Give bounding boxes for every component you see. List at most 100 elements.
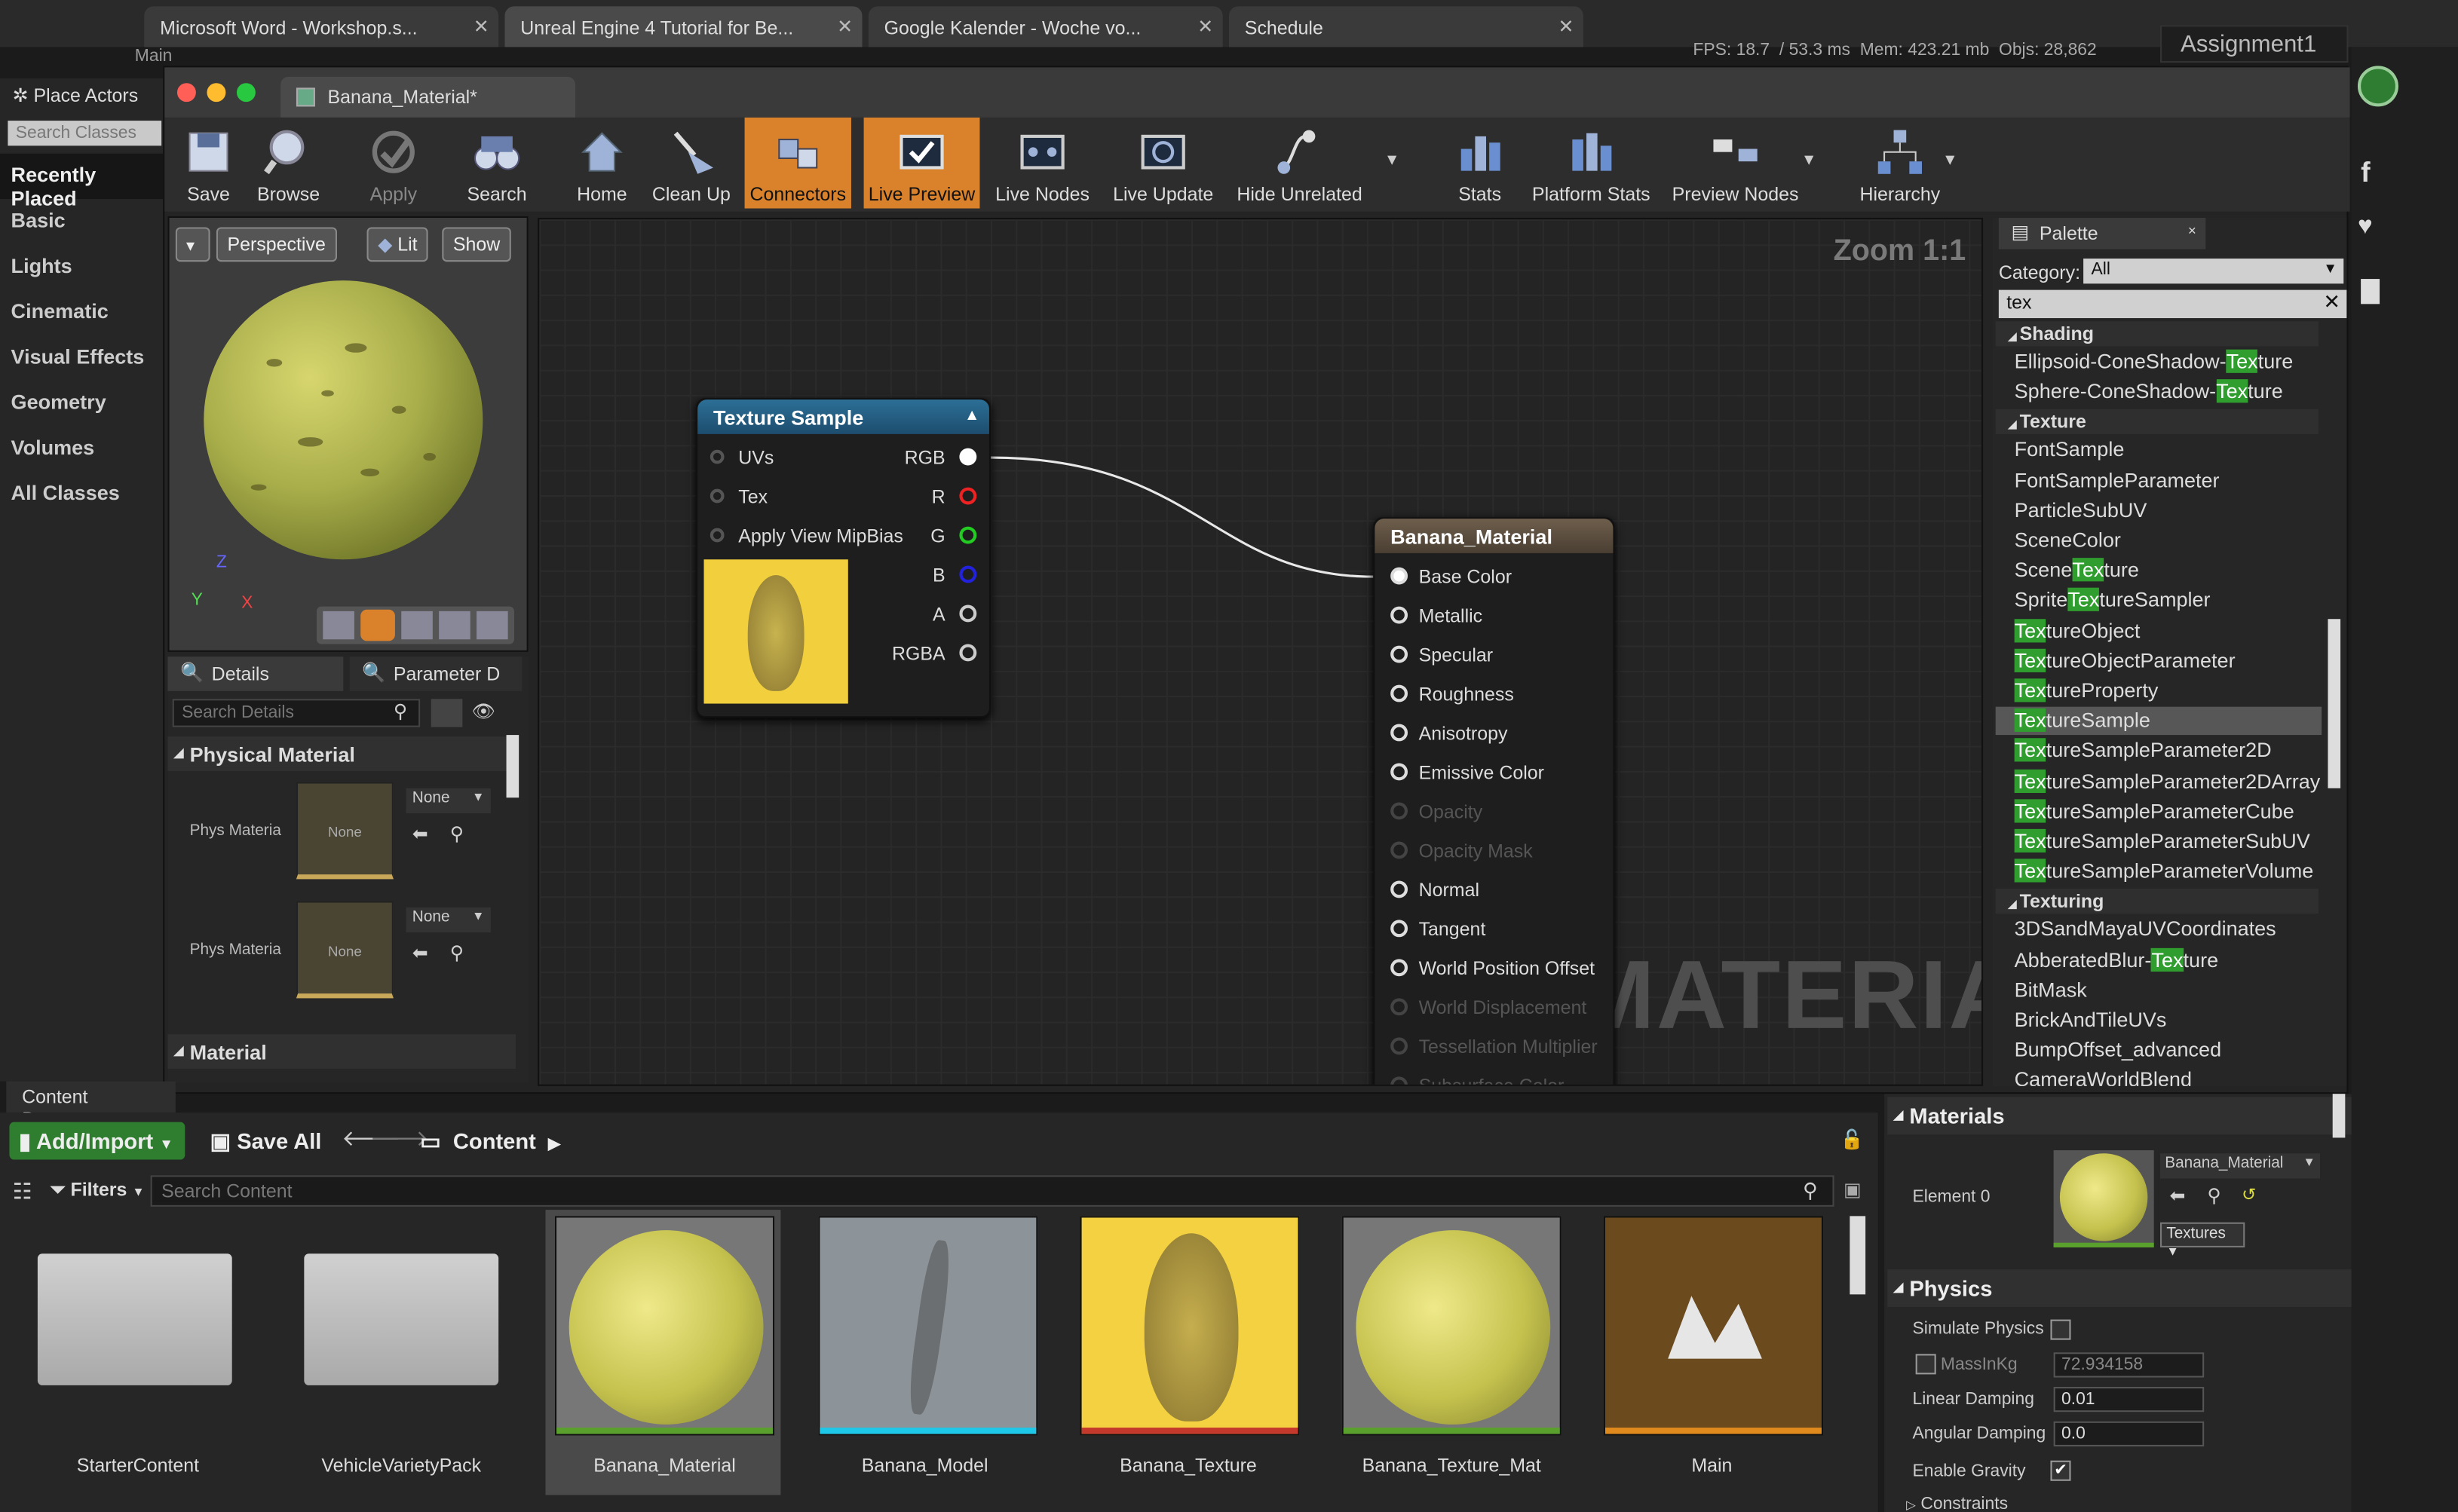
browse-icon[interactable]: ⚲ <box>450 823 464 845</box>
close-icon[interactable]: ✕ <box>1558 16 1574 38</box>
palette-item[interactable]: TextureProperty <box>2014 678 2158 702</box>
search-details-input[interactable]: Search Details <box>172 699 421 727</box>
browser-tab[interactable]: Unreal Engine 4 Tutorial for Be... ✕ <box>504 6 863 47</box>
editor-tab[interactable]: Banana_Material* <box>280 76 576 118</box>
search-button[interactable]: Search <box>456 118 538 209</box>
phys-material-thumbnail[interactable]: None <box>296 782 394 880</box>
a-pin[interactable] <box>959 604 977 623</box>
hierarchy-button[interactable]: Hierarchy <box>1855 118 1946 209</box>
material-input-pin[interactable] <box>1390 606 1408 624</box>
clean-up-button[interactable]: Clean Up <box>648 118 735 209</box>
reset-icon[interactable]: ↺ <box>2242 1185 2256 1205</box>
filters-button[interactable]: ⏷ Filters ▼ <box>51 1178 145 1201</box>
category-dropdown[interactable]: All ▼ <box>2083 259 2344 284</box>
material-input-pin[interactable] <box>1390 1037 1408 1055</box>
section-physical-material[interactable]: ◢ Physical Material <box>167 736 516 771</box>
category-volumes[interactable]: Volumes <box>0 427 163 472</box>
save-button[interactable]: Save <box>174 118 243 209</box>
linear-damping-field[interactable]: 0.01 <box>2053 1387 2205 1413</box>
material-input-pin[interactable] <box>1390 920 1408 938</box>
folder-thumbnail-starter-content[interactable] <box>37 1253 232 1385</box>
texture-sample-node[interactable]: Texture Sample ▲ UVs Tex Apply View MipBi… <box>696 398 991 718</box>
scrollbar[interactable] <box>2332 1094 2346 1138</box>
simulate-physics-checkbox[interactable] <box>2050 1319 2071 1340</box>
browse-icon[interactable]: ⚲ <box>450 942 464 964</box>
constraints-label[interactable]: ▷ Constraints <box>1906 1495 2008 1512</box>
bookmark-icon[interactable] <box>2361 279 2380 305</box>
save-search-icon[interactable]: ▣ <box>1844 1178 1862 1200</box>
textures-dropdown[interactable]: Textures ▼ <box>2159 1222 2245 1259</box>
palette-item[interactable]: SceneTexture <box>2015 558 2139 582</box>
section-material[interactable]: ◢ Material <box>167 1034 516 1069</box>
browser-tab[interactable]: Google Kalender - Woche vo... ✕ <box>868 6 1223 47</box>
material-input-pin[interactable] <box>1390 1076 1408 1085</box>
palette-category[interactable]: ◢ Texture <box>1995 409 2319 435</box>
use-selected-icon[interactable]: ⬅ <box>2169 1185 2185 1207</box>
palette-item[interactable]: TextureObjectParameter <box>2014 648 2236 672</box>
b-pin[interactable] <box>959 565 977 583</box>
twitter-icon[interactable]: ♥ <box>2358 213 2373 241</box>
category-lights[interactable]: Lights <box>0 244 163 289</box>
palette-item[interactable]: TextureSampleParameter2DArray <box>2014 768 2320 793</box>
live-preview-button[interactable]: Live Preview <box>863 117 980 209</box>
use-selected-icon[interactable]: ⬅ <box>412 823 428 845</box>
eye-icon[interactable]: 👁 <box>472 700 496 722</box>
rgb-pin[interactable] <box>959 448 977 466</box>
preview-viewport[interactable]: ▼ Perspective ◆ Lit Show Z Y X <box>167 216 529 652</box>
scrollbar[interactable] <box>506 735 519 798</box>
material-graph[interactable]: Zoom 1:1 MATERIAL Texture Sample▲ UVs Te… <box>538 217 1984 1086</box>
preview-nodes-button[interactable]: Preview Nodes <box>1669 118 1801 209</box>
palette-item[interactable]: TextureSample <box>1995 707 2322 736</box>
phys-material-dropdown[interactable]: None ▼ <box>406 907 491 933</box>
asset-thumbnail-banana-model[interactable] <box>818 1216 1038 1436</box>
connectors-button[interactable]: Connectors <box>744 117 851 209</box>
palette-item[interactable]: TextureSampleParameterCube <box>2014 798 2294 823</box>
perspective-button[interactable]: Perspective <box>216 227 337 262</box>
chevron-down-icon[interactable]: ▼ <box>1942 152 1958 170</box>
palette-item[interactable]: 3DSandMayaUVCoordinates <box>2015 917 2276 941</box>
maximize-window-button[interactable] <box>236 83 256 103</box>
enable-gravity-checkbox[interactable]: ✔ <box>2050 1460 2071 1481</box>
palette-item[interactable]: TextureSampleParameter2D <box>2014 739 2272 763</box>
close-icon[interactable]: ✕ <box>474 16 489 38</box>
palette-category[interactable]: ◢ Texturing <box>1995 889 2319 914</box>
tab-parameter-defaults[interactable]: 🔍 Parameter D <box>349 657 523 691</box>
hide-unrelated-button[interactable]: Hide Unrelated <box>1234 118 1365 209</box>
tab-content-browser[interactable]: Content Browser <box>6 1081 176 1130</box>
close-window-button[interactable] <box>176 83 196 103</box>
lit-button[interactable]: ◆ Lit <box>366 227 429 262</box>
cylinder-icon[interactable] <box>323 611 354 640</box>
minimize-window-button[interactable] <box>207 83 226 103</box>
asset-thumbnail-banana-material[interactable] <box>555 1216 775 1436</box>
scrollbar[interactable] <box>1850 1216 1866 1295</box>
browser-tab[interactable]: Schedule ✕ <box>1229 6 1583 47</box>
status-icon[interactable] <box>2357 66 2399 107</box>
palette-item[interactable]: FontSample <box>2015 438 2125 461</box>
use-selected-icon[interactable]: ⬅ <box>412 942 428 964</box>
material-input-pin[interactable] <box>1390 959 1408 977</box>
material-input-pin[interactable] <box>1390 998 1408 1016</box>
palette-item[interactable]: SceneColor <box>2015 528 2121 552</box>
material-thumbnail[interactable] <box>2053 1150 2154 1247</box>
platform-stats-button[interactable]: Platform Stats <box>1528 118 1653 209</box>
angular-damping-field[interactable]: 0.0 <box>2053 1421 2205 1447</box>
palette-item[interactable]: ParticleSubUV <box>2015 498 2147 522</box>
chevron-down-icon[interactable]: ▼ <box>1384 152 1400 170</box>
palette-search-input[interactable]: tex ✕ <box>1998 289 2347 319</box>
close-icon[interactable]: ✕ <box>1197 16 1213 38</box>
material-input-pin[interactable] <box>1390 880 1408 898</box>
palette-item[interactable]: Sphere-ConeShadow-Texture <box>2015 379 2283 403</box>
add-import-button[interactable]: ▮ Add/Import ▼ <box>9 1122 185 1160</box>
palette-item[interactable]: BitMask <box>2015 978 2087 1001</box>
section-physics[interactable]: ◢ Physics <box>1887 1269 2352 1307</box>
material-input-pin[interactable] <box>1390 763 1408 781</box>
mass-checkbox[interactable] <box>1915 1354 1936 1375</box>
palette-item[interactable]: FontSampleParameter <box>2015 468 2220 491</box>
collapse-icon[interactable]: ▲ <box>964 408 980 425</box>
material-dropdown[interactable]: Banana_Material ▼ <box>2159 1153 2321 1179</box>
material-input-pin[interactable] <box>1390 802 1408 820</box>
close-icon[interactable]: × <box>2188 222 2196 238</box>
phys-material-dropdown[interactable]: None ▼ <box>406 788 491 814</box>
section-materials[interactable]: ◢ Materials <box>1887 1097 2352 1135</box>
uvs-pin[interactable] <box>710 449 725 464</box>
